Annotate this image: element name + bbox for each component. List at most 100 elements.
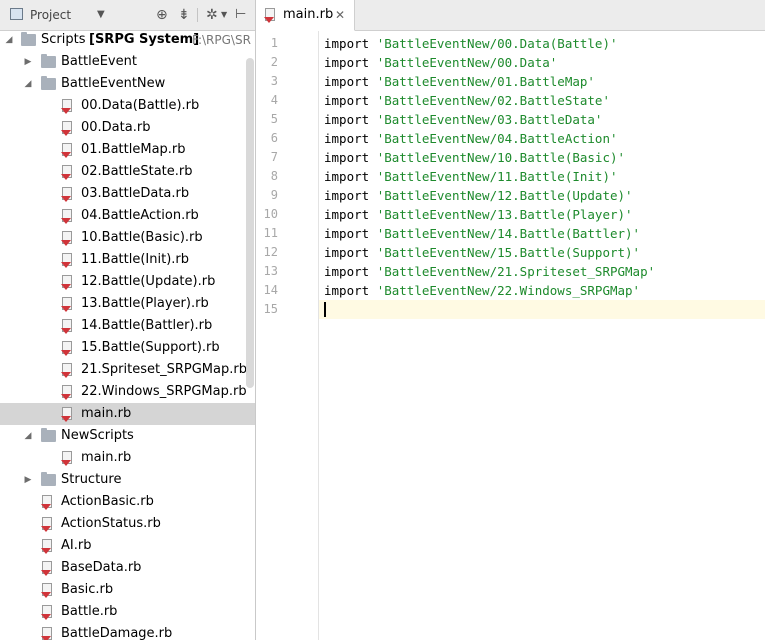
import-path-string: 'BattleEventNew/04.BattleAction'	[376, 131, 618, 146]
code-line[interactable]: import 'BattleEventNew/00.Data'	[319, 53, 765, 72]
import-path-string: 'BattleEventNew/03.BattleData'	[376, 112, 603, 127]
tree-file-item[interactable]: 12.Battle(Update).rb	[0, 271, 255, 293]
code-line[interactable]: import 'BattleEventNew/12.Battle(Update)…	[319, 186, 765, 205]
tree-file-item[interactable]: AI.rb	[0, 535, 255, 557]
ruby-file-icon	[61, 385, 72, 400]
tree-file-item[interactable]: 15.Battle(Support).rb	[0, 337, 255, 359]
code-line[interactable]: import 'BattleEventNew/02.BattleState'	[319, 91, 765, 110]
tree-folder-structure[interactable]: ▶ Structure	[0, 469, 255, 491]
tree-file-item[interactable]: 13.Battle(Player).rb	[0, 293, 255, 315]
current-line[interactable]	[319, 300, 765, 319]
chevron-down-icon[interactable]: ▼	[97, 0, 105, 30]
expanded-arrow-icon[interactable]: ◢	[23, 73, 33, 95]
line-number: 13	[263, 264, 278, 278]
tree-file-item[interactable]: 14.Battle(Battler).rb	[0, 315, 255, 337]
code-line[interactable]: import 'BattleEventNew/15.Battle(Support…	[319, 243, 765, 262]
tree-item-label: 03.BattleData.rb	[81, 186, 190, 201]
expanded-arrow-icon[interactable]: ◢	[23, 425, 33, 447]
project-view-selector[interactable]: Project	[30, 0, 71, 30]
line-number: 6	[270, 131, 278, 145]
tree-item-label: 04.BattleAction.rb	[81, 208, 199, 223]
ruby-file-icon	[41, 627, 52, 640]
ruby-file-icon	[61, 121, 72, 136]
tree-folder-newscripts[interactable]: ◢ NewScripts	[0, 425, 255, 447]
ruby-file-icon	[61, 187, 72, 202]
code-line[interactable]: import 'BattleEventNew/22.Windows_SRPGMa…	[319, 281, 765, 300]
tree-item-label: Battle.rb	[61, 604, 118, 619]
import-keyword: import	[324, 93, 370, 108]
tree-item-label: main.rb	[81, 450, 132, 465]
import-keyword: import	[324, 283, 370, 298]
expanded-arrow-icon[interactable]: ◢	[4, 29, 14, 51]
collapse-all-icon[interactable]: ⇟	[178, 0, 190, 30]
tree-folder-battleeventnew[interactable]: ◢ BattleEventNew	[0, 73, 255, 95]
tree-file-item[interactable]: 22.Windows_SRPGMap.rb	[0, 381, 255, 403]
code-line[interactable]: import 'BattleEventNew/11.Battle(Init)'	[319, 167, 765, 186]
tree-file-item[interactable]: 00.Data(Battle).rb	[0, 95, 255, 117]
close-icon[interactable]: ✕	[335, 0, 345, 30]
tree-item-label: NewScripts	[61, 428, 134, 443]
tree-file-item[interactable]: 00.Data.rb	[0, 117, 255, 139]
tree-file-item[interactable]: 01.BattleMap.rb	[0, 139, 255, 161]
tree-file-item[interactable]: BattleDamage.rb	[0, 623, 255, 640]
tree-item-label: BattleDamage.rb	[61, 626, 173, 640]
ruby-file-icon	[61, 341, 72, 356]
tree-file-item[interactable]: main.rb	[0, 447, 255, 469]
ruby-file-icon	[264, 8, 275, 23]
editor-area: main.rb ✕ 1 2 3 4 5 6 7 8 9 10 11 12 13 14 15 import '…	[256, 0, 765, 640]
tree-item-label: ActionBasic.rb	[61, 494, 154, 509]
ruby-file-icon	[61, 231, 72, 246]
ruby-file-icon	[41, 561, 52, 576]
tree-file-item[interactable]: 10.Battle(Basic).rb	[0, 227, 255, 249]
ruby-file-icon	[41, 517, 52, 532]
tree-file-item[interactable]: 03.BattleData.rb	[0, 183, 255, 205]
line-number: 10	[263, 207, 278, 221]
tree-file-item[interactable]: 11.Battle(Init).rb	[0, 249, 255, 271]
code-line[interactable]: import 'BattleEventNew/13.Battle(Player)…	[319, 205, 765, 224]
import-path-string: 'BattleEventNew/10.Battle(Basic)'	[376, 150, 626, 165]
gear-icon[interactable]: ✲	[206, 0, 218, 30]
ruby-file-icon	[41, 539, 52, 554]
tree-file-item[interactable]: Battle.rb	[0, 601, 255, 623]
import-keyword: import	[324, 55, 370, 70]
folder-icon	[41, 428, 56, 442]
folder-icon	[41, 76, 56, 90]
ruby-file-icon	[61, 275, 72, 290]
tree-file-item[interactable]: 02.BattleState.rb	[0, 161, 255, 183]
collapsed-arrow-icon[interactable]: ▶	[23, 51, 33, 73]
tree-root-path: F:\RPG\SR	[192, 33, 251, 47]
tree-root-tag: [SRPG System]	[89, 32, 200, 47]
ruby-file-icon	[61, 143, 72, 158]
tree-file-item[interactable]: ActionBasic.rb	[0, 491, 255, 513]
tree-file-item[interactable]: Basic.rb	[0, 579, 255, 601]
tree-file-item[interactable]: ActionStatus.rb	[0, 513, 255, 535]
collapsed-arrow-icon[interactable]: ▶	[23, 469, 33, 491]
code-editor[interactable]: import 'BattleEventNew/00.Data(Battle)' i…	[319, 31, 765, 640]
crosshair-icon[interactable]: ⊕	[156, 0, 168, 30]
tree-file-item[interactable]: 21.Spriteset_SRPGMap.rb	[0, 359, 255, 381]
code-line[interactable]: import 'BattleEventNew/21.Spriteset_SRPG…	[319, 262, 765, 281]
tree-file-item[interactable]: main.rb	[0, 403, 255, 425]
tab-main-rb[interactable]: main.rb ✕	[256, 0, 355, 31]
ruby-file-icon	[41, 495, 52, 510]
tree-file-item[interactable]: 04.BattleAction.rb	[0, 205, 255, 227]
line-number: 14	[263, 283, 278, 297]
tree-root-scripts[interactable]: ◢ Scripts [SRPG System] F:\RPG\SR	[0, 29, 255, 51]
code-line[interactable]: import 'BattleEventNew/01.BattleMap'	[319, 72, 765, 91]
import-path-string: 'BattleEventNew/00.Data'	[376, 55, 558, 70]
tree-folder-battleevent[interactable]: ▶ BattleEvent	[0, 51, 255, 73]
code-line[interactable]: import 'BattleEventNew/10.Battle(Basic)'	[319, 148, 765, 167]
code-line[interactable]: import 'BattleEventNew/04.BattleAction'	[319, 129, 765, 148]
code-line[interactable]: import 'BattleEventNew/14.Battle(Battler…	[319, 224, 765, 243]
tree-scrollbar[interactable]	[246, 58, 254, 388]
tree-item-label: 00.Data(Battle).rb	[81, 98, 200, 113]
gear-dropdown-icon[interactable]: ▼	[221, 0, 227, 30]
tree-item-label: BaseData.rb	[61, 560, 142, 575]
import-path-string: 'BattleEventNew/22.Windows_SRPGMap'	[376, 283, 641, 298]
code-line[interactable]: import 'BattleEventNew/03.BattleData'	[319, 110, 765, 129]
tree-item-label: BattleEventNew	[61, 76, 166, 91]
tree-file-item[interactable]: BaseData.rb	[0, 557, 255, 579]
import-keyword: import	[324, 169, 370, 184]
hide-panel-icon[interactable]: ⊢	[235, 0, 246, 30]
code-line[interactable]: import 'BattleEventNew/00.Data(Battle)'	[319, 34, 765, 53]
